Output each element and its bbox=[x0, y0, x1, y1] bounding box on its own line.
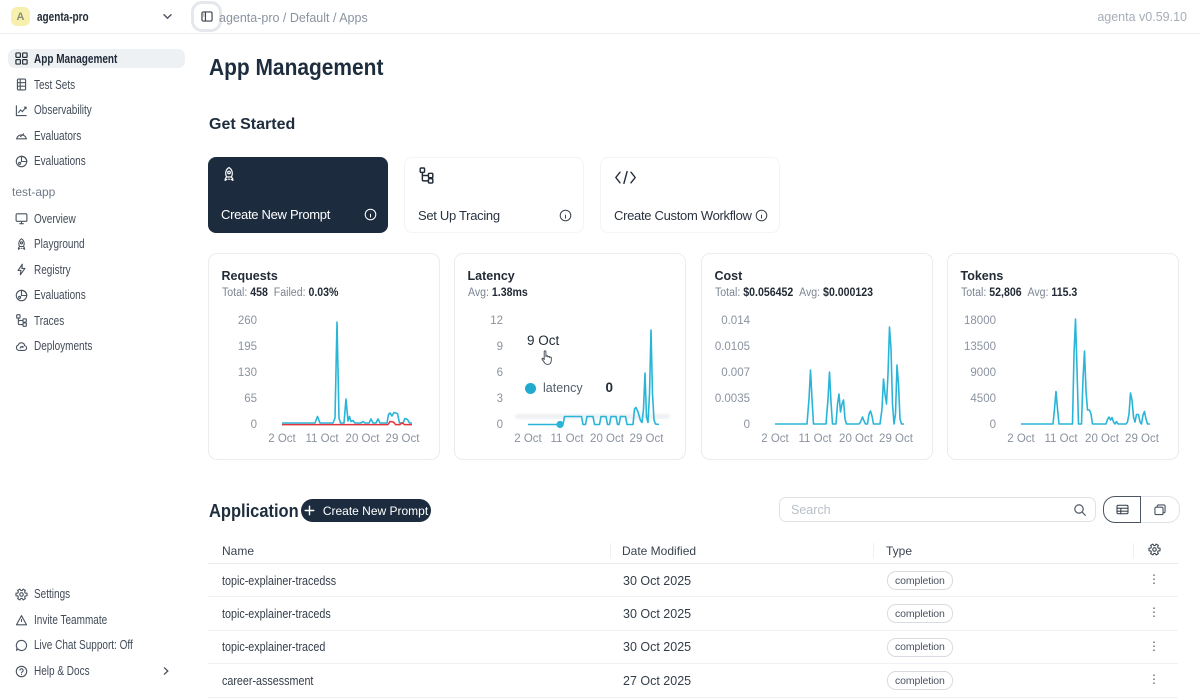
svg-text:2 Oct: 2 Oct bbox=[1007, 433, 1035, 445]
svg-text:2 Oct: 2 Oct bbox=[761, 433, 789, 445]
svg-text:0: 0 bbox=[497, 419, 503, 431]
svg-text:0: 0 bbox=[251, 419, 257, 431]
svg-text:0.014: 0.014 bbox=[721, 315, 750, 327]
svg-text:20 Oct: 20 Oct bbox=[346, 433, 381, 445]
svg-text:29 Oct: 29 Oct bbox=[386, 433, 421, 445]
svg-text:29 Oct: 29 Oct bbox=[630, 433, 665, 445]
svg-text:9000: 9000 bbox=[970, 367, 996, 379]
svg-text:11 Oct: 11 Oct bbox=[305, 433, 339, 445]
svg-text:0.0035: 0.0035 bbox=[715, 393, 750, 405]
svg-text:11 Oct: 11 Oct bbox=[1044, 433, 1078, 445]
svg-text:6: 6 bbox=[497, 367, 503, 379]
svg-text:29 Oct: 29 Oct bbox=[1125, 433, 1160, 445]
svg-text:11 Oct: 11 Oct bbox=[798, 433, 832, 445]
svg-text:11 Oct: 11 Oct bbox=[550, 433, 584, 445]
svg-text:13500: 13500 bbox=[964, 341, 996, 353]
svg-text:0: 0 bbox=[744, 419, 750, 431]
svg-text:195: 195 bbox=[238, 341, 257, 353]
svg-text:29 Oct: 29 Oct bbox=[879, 433, 914, 445]
svg-text:12: 12 bbox=[490, 315, 503, 327]
svg-text:20 Oct: 20 Oct bbox=[839, 433, 874, 445]
svg-text:20 Oct: 20 Oct bbox=[590, 433, 625, 445]
svg-text:2 Oct: 2 Oct bbox=[268, 433, 296, 445]
svg-text:260: 260 bbox=[238, 315, 257, 327]
svg-text:130: 130 bbox=[238, 367, 257, 379]
svg-text:4500: 4500 bbox=[970, 393, 996, 405]
svg-text:9: 9 bbox=[497, 341, 503, 353]
svg-text:3: 3 bbox=[497, 393, 503, 405]
svg-text:20 Oct: 20 Oct bbox=[1085, 433, 1120, 445]
svg-text:0.0105: 0.0105 bbox=[715, 341, 750, 353]
svg-text:65: 65 bbox=[244, 393, 257, 405]
svg-text:0.007: 0.007 bbox=[721, 367, 750, 379]
svg-text:18000: 18000 bbox=[964, 315, 996, 327]
svg-text:0: 0 bbox=[990, 419, 996, 431]
svg-text:2 Oct: 2 Oct bbox=[514, 433, 542, 445]
